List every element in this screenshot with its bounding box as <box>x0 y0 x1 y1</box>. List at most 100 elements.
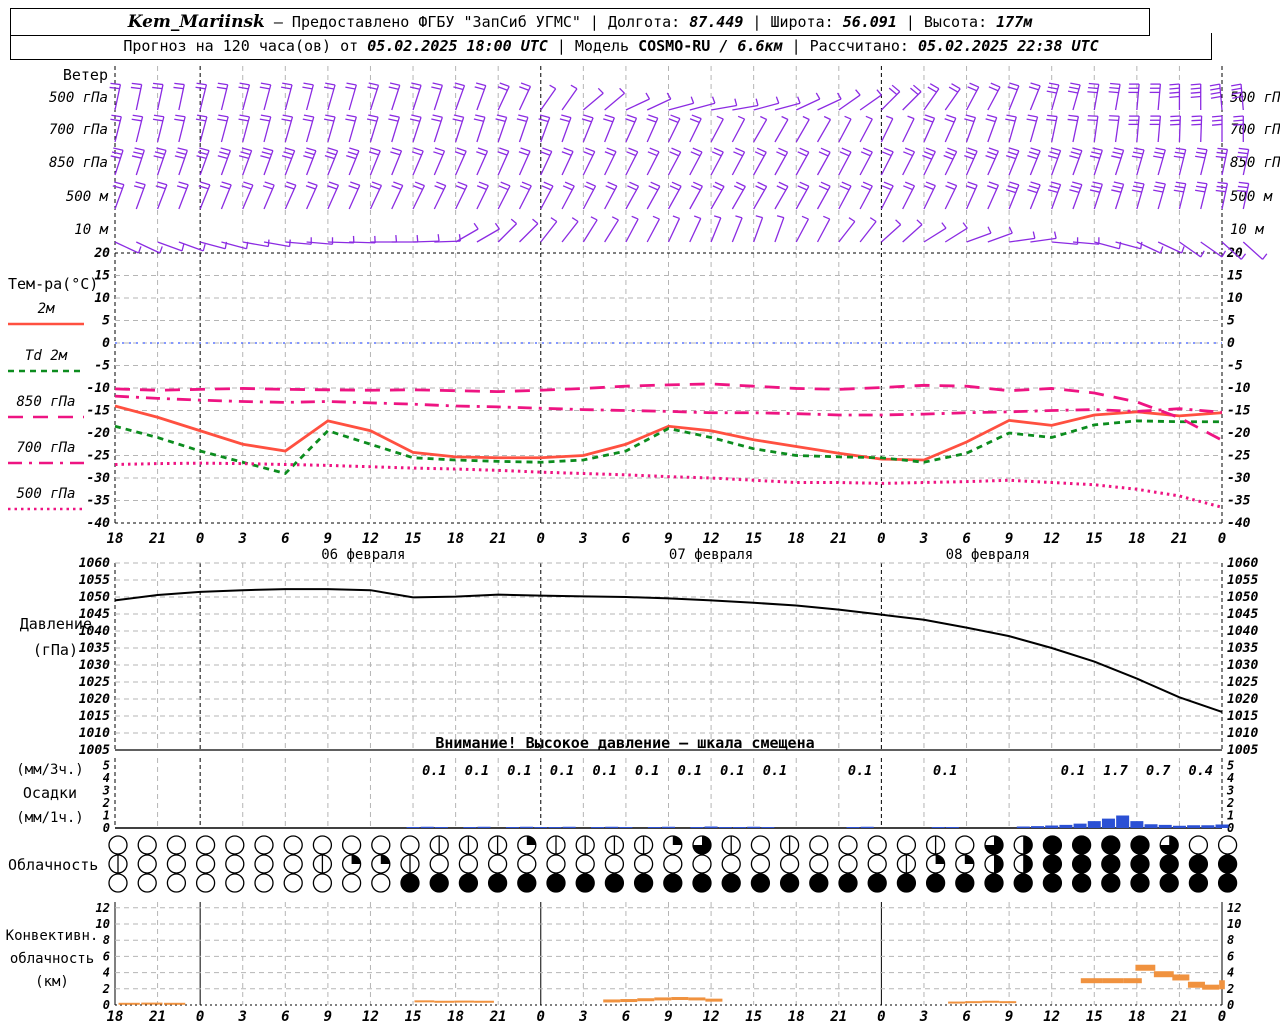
precip-3h-amount: 0.1 <box>635 763 659 779</box>
hour-label: 0 <box>1218 531 1226 547</box>
wind-feather <box>839 185 850 191</box>
cloud-cover-symbol <box>779 854 800 874</box>
wind-feather <box>1048 82 1059 86</box>
wind-feather <box>967 181 978 186</box>
conv-cloud-segment <box>603 999 621 1003</box>
wind-feather <box>1215 155 1226 159</box>
cloud-cover-symbol <box>1101 835 1121 855</box>
wind-feather <box>1190 83 1201 86</box>
wind-feather <box>988 86 999 92</box>
wind-feather <box>689 118 700 123</box>
wind-barb <box>838 185 852 210</box>
wind-barb <box>689 185 703 210</box>
wind-feather <box>1221 250 1227 258</box>
wind-level-label-right: 500 м <box>1230 189 1273 205</box>
wind-feather <box>282 114 293 118</box>
wind-barb <box>838 118 852 143</box>
cloud-cover-symbol <box>225 835 245 855</box>
precip-bar <box>690 827 704 828</box>
header-dash: — <box>273 13 283 31</box>
wind-feather <box>1069 155 1080 160</box>
wind-feather <box>520 147 531 152</box>
wind-barb <box>604 219 619 243</box>
wind-barb <box>944 117 957 143</box>
cloud-cover-symbol <box>867 835 887 855</box>
wind-feather <box>691 114 702 120</box>
wind-feather <box>216 86 227 90</box>
wind-feather <box>518 114 529 119</box>
wind-feather <box>1050 147 1061 152</box>
wind-feather <box>110 118 121 122</box>
wind-barb <box>1200 241 1223 258</box>
wind-feather <box>1005 155 1016 160</box>
wind-feather <box>716 115 724 120</box>
separator: | <box>905 13 915 31</box>
conv-axis-label-left: 8 <box>103 933 110 947</box>
wind-feather <box>781 115 789 121</box>
cloud-cover-symbol <box>721 854 741 874</box>
cloud-cover-symbol <box>1188 873 1209 893</box>
separator: | <box>752 13 762 31</box>
conv-cloud-segment <box>1172 974 1190 981</box>
wind-barb <box>689 218 702 243</box>
wind-feather <box>1091 185 1102 189</box>
wind-feather <box>820 181 831 187</box>
wind-feather <box>347 151 358 156</box>
precip-bar <box>548 827 562 828</box>
wind-barb <box>497 150 510 176</box>
wind-feather <box>1067 118 1078 122</box>
cloud-cover-symbol <box>1130 873 1150 893</box>
wind-level-label-left: 850 гПа <box>49 155 108 171</box>
wind-feather <box>1216 151 1227 155</box>
hour-label: 18 <box>1128 531 1145 547</box>
wind-feather <box>542 147 552 153</box>
wind-feather <box>259 118 270 122</box>
hour-label-bottom: 6 <box>622 1009 630 1024</box>
wind-feather <box>218 114 229 118</box>
wind-level-label-left: 500 м <box>66 189 109 205</box>
wind-feather <box>1131 189 1142 193</box>
cloud-cover-symbol <box>750 835 771 855</box>
precip-panel-title: Осадки <box>23 784 77 802</box>
conv-panel-units: (км) <box>35 974 69 990</box>
wind-feather <box>1026 118 1037 122</box>
wind-feather <box>987 226 992 234</box>
wind-feather <box>1195 189 1206 193</box>
wind-feather <box>133 185 144 190</box>
wind-barb <box>646 151 660 176</box>
wind-feather <box>1231 83 1242 87</box>
wind-feather <box>841 147 852 153</box>
wind-feather <box>131 118 142 122</box>
pressure-axis-label-left: 1055 <box>79 573 110 588</box>
wind-feather <box>1046 118 1057 122</box>
cloud-cover-symbol <box>195 854 216 874</box>
hour-label-bottom: 3 <box>919 1009 928 1024</box>
precip-bar <box>1045 825 1059 828</box>
wind-feather <box>713 215 722 219</box>
pressure-warning-text: Внимание! Высокое давление — шкала смеще… <box>435 734 814 752</box>
hour-label: 3 <box>578 531 587 547</box>
wind-barb <box>327 184 340 210</box>
wind-feather <box>1233 123 1244 126</box>
wind-feather <box>263 147 274 152</box>
wind-feather <box>690 185 701 191</box>
wind-feather <box>1006 114 1017 118</box>
wind-barb <box>816 218 831 243</box>
temp-axis-label-left: -5 <box>94 359 110 374</box>
precip-bar <box>1087 821 1101 828</box>
precip-label-1h: (мм/1ч.) <box>16 810 83 826</box>
wind-feather <box>135 181 146 186</box>
wind-barb <box>816 119 832 143</box>
wind-feather <box>886 115 894 120</box>
wind-barb <box>561 221 579 243</box>
wind-feather <box>923 151 934 156</box>
hour-label-bottom: 0 <box>877 1009 885 1024</box>
precip-bar <box>1059 824 1073 828</box>
cloud-cover-symbol <box>896 873 917 893</box>
hour-label-bottom: 0 <box>1218 1009 1226 1024</box>
pressure-axis-label-left: 1035 <box>79 641 110 656</box>
wind-feather <box>815 92 821 100</box>
wind-feather <box>325 114 336 118</box>
wind-feather <box>152 86 163 90</box>
wind-feather <box>839 151 850 157</box>
